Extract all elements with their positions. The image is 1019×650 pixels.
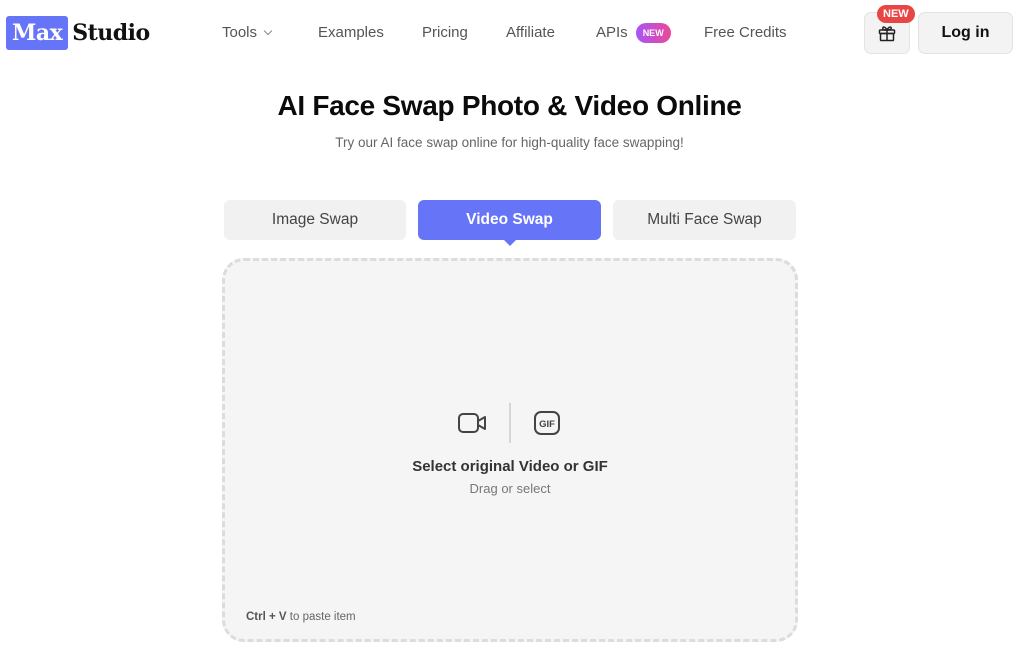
nav-tools-label: Tools — [222, 24, 258, 41]
logo[interactable]: Max Studio — [6, 16, 150, 50]
nav-pricing[interactable]: Pricing — [422, 22, 468, 44]
upload-dropzone[interactable]: GIF Select original Video or GIF Drag or… — [222, 258, 798, 642]
page-subtitle: Try our AI face swap online for high-qua… — [335, 135, 684, 150]
page-title: AI Face Swap Photo & Video Online — [277, 90, 742, 121]
tab-multi-face-swap[interactable]: Multi Face Swap — [613, 200, 796, 240]
gift-new-badge: NEW — [877, 5, 915, 23]
svg-text:GIF: GIF — [539, 419, 555, 430]
video-camera-icon — [455, 405, 491, 441]
paste-hint: Ctrl + V to paste item — [246, 611, 356, 623]
upload-title: Select original Video or GIF — [412, 458, 608, 475]
upload-icons: GIF — [225, 403, 795, 443]
nav-free-credits[interactable]: Free Credits — [704, 22, 787, 44]
tab-image-swap[interactable]: Image Swap — [224, 200, 406, 240]
logo-box: Max — [6, 16, 69, 50]
paste-shortcut: Ctrl + V — [246, 611, 287, 623]
header: Max Studio Tools Examples Pricing Affili… — [0, 0, 1019, 66]
gift-icon — [878, 26, 896, 42]
logo-text: Studio — [72, 20, 150, 46]
nav-tools[interactable]: Tools — [222, 22, 273, 44]
paste-hint-text: to paste item — [289, 611, 356, 623]
nav-examples[interactable]: Examples — [318, 22, 384, 44]
tab-video-swap[interactable]: Video Swap — [418, 200, 601, 240]
icon-divider — [509, 403, 511, 443]
nav-affiliate[interactable]: Affiliate — [506, 22, 555, 44]
active-tab-pointer — [503, 239, 517, 246]
nav-apis[interactable]: APIs NEW — [596, 22, 671, 44]
gif-icon: GIF — [529, 405, 565, 441]
chevron-down-icon — [263, 26, 273, 36]
upload-subtitle: Drag or select — [469, 481, 551, 496]
nav-apis-label: APIs — [596, 24, 628, 41]
new-badge: NEW — [635, 23, 671, 43]
login-button[interactable]: Log in — [918, 12, 1013, 54]
